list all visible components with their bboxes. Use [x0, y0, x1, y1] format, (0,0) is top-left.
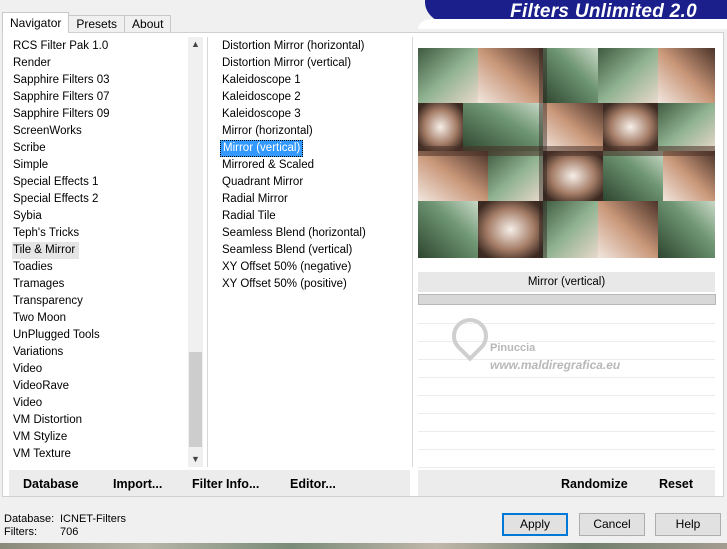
- filter-item[interactable]: Mirror (vertical): [220, 140, 304, 157]
- import-button[interactable]: Import...: [113, 470, 162, 496]
- category-item[interactable]: Video: [12, 395, 46, 412]
- filters-count: 706: [60, 526, 79, 538]
- category-item[interactable]: Tile & Mirror: [12, 242, 80, 259]
- parameter-row: [418, 396, 715, 414]
- filter-list[interactable]: Distortion Mirror (horizontal) Distortion…: [220, 38, 405, 293]
- category-item[interactable]: Simple: [12, 157, 52, 174]
- filter-item[interactable]: Kaleidoscope 3: [220, 106, 303, 123]
- category-item[interactable]: VideoRave: [12, 378, 73, 395]
- filter-item[interactable]: Kaleidoscope 1: [220, 72, 303, 89]
- parameter-row: [418, 432, 715, 450]
- watermark-url: www.maldiregrafica.eu: [490, 358, 621, 372]
- bottom-toolbar-right: Randomize Reset: [418, 470, 715, 496]
- filter-item[interactable]: Seamless Blend (vertical): [220, 242, 354, 259]
- category-item[interactable]: ScreenWorks: [12, 123, 86, 140]
- background-strip: [0, 543, 727, 549]
- category-item[interactable]: UnPlugged Tools: [12, 327, 104, 344]
- category-item[interactable]: VM Stylize: [12, 429, 71, 446]
- scroll-down-icon[interactable]: ▼: [188, 452, 203, 467]
- filter-item[interactable]: Kaleidoscope 2: [220, 89, 303, 106]
- cancel-button[interactable]: Cancel: [579, 513, 645, 536]
- category-item[interactable]: VM Texture: [12, 446, 75, 463]
- parameter-row: [418, 378, 715, 396]
- help-button[interactable]: Help: [655, 513, 721, 536]
- category-item[interactable]: Two Moon: [12, 310, 70, 327]
- tab-navigator[interactable]: Navigator: [2, 12, 70, 33]
- category-item[interactable]: Special Effects 2: [12, 191, 102, 208]
- filter-item[interactable]: Mirror (horizontal): [220, 123, 315, 140]
- category-scrollbar[interactable]: ▲ ▼: [188, 37, 203, 467]
- preview-divider: [412, 37, 413, 467]
- filter-item[interactable]: XY Offset 50% (negative): [220, 259, 353, 276]
- category-item[interactable]: Teph's Tricks: [12, 225, 83, 242]
- category-item[interactable]: VM Distortion: [12, 412, 86, 429]
- preview-progress-bar: [418, 294, 716, 305]
- reset-button[interactable]: Reset: [659, 470, 693, 496]
- category-item[interactable]: Render: [12, 55, 55, 72]
- database-label: Database:: [4, 513, 55, 525]
- editor-button[interactable]: Editor...: [290, 470, 336, 496]
- filter-item[interactable]: Distortion Mirror (vertical): [220, 55, 353, 72]
- tab-about[interactable]: About: [124, 15, 172, 33]
- watermark-logo-icon: [444, 310, 496, 362]
- database-button[interactable]: Database: [23, 470, 79, 496]
- filter-item[interactable]: Seamless Blend (horizontal): [220, 225, 368, 242]
- apply-button[interactable]: Apply: [502, 513, 568, 536]
- preview-image: [418, 48, 715, 258]
- randomize-button[interactable]: Randomize: [561, 470, 628, 496]
- filter-item[interactable]: Quadrant Mirror: [220, 174, 305, 191]
- category-list[interactable]: RCS Filter Pak 1.0 Render Sapphire Filters…: [12, 38, 187, 468]
- parameter-row: [418, 414, 715, 432]
- filter-item[interactable]: Distortion Mirror (horizontal): [220, 38, 367, 55]
- filters-label: Filters:: [4, 526, 37, 538]
- watermark: Pinuccia www.maldiregrafica.eu: [444, 310, 662, 378]
- scroll-up-icon[interactable]: ▲: [188, 37, 203, 52]
- banner-curve: [418, 19, 727, 29]
- bottom-toolbar-left: Database Import... Filter Info... Editor…: [9, 470, 410, 496]
- scroll-thumb[interactable]: [189, 352, 202, 447]
- status-info: Database: ICNET-Filters Filters: 706: [4, 513, 126, 539]
- tab-presets[interactable]: Presets: [68, 15, 126, 33]
- category-item[interactable]: Tramages: [12, 276, 68, 293]
- preview-filter-name: Mirror (vertical): [418, 272, 715, 292]
- filter-item[interactable]: Mirrored & Scaled: [220, 157, 316, 174]
- category-item[interactable]: Scribe: [12, 140, 50, 157]
- category-item[interactable]: Video: [12, 361, 46, 378]
- category-item[interactable]: Sapphire Filters 03: [12, 72, 114, 89]
- filter-item[interactable]: Radial Tile: [220, 208, 278, 225]
- parameter-row: [418, 450, 715, 468]
- list-divider: [207, 37, 208, 467]
- watermark-name: Pinuccia: [490, 342, 536, 354]
- category-item[interactable]: Sybia: [12, 208, 46, 225]
- preview-pattern: [418, 48, 715, 258]
- category-item[interactable]: RCS Filter Pak 1.0: [12, 38, 112, 55]
- filter-item[interactable]: Radial Mirror: [220, 191, 290, 208]
- database-value: ICNET-Filters: [60, 513, 126, 525]
- tab-bar: Navigator Presets About: [2, 11, 172, 33]
- category-item[interactable]: Sapphire Filters 09: [12, 106, 114, 123]
- category-item[interactable]: Special Effects 1: [12, 174, 102, 191]
- category-item[interactable]: Sapphire Filters 07: [12, 89, 114, 106]
- filter-item[interactable]: XY Offset 50% (positive): [220, 276, 349, 293]
- filter-info-button[interactable]: Filter Info...: [192, 470, 259, 496]
- category-item[interactable]: Variations: [12, 344, 67, 361]
- category-item[interactable]: Toadies: [12, 259, 57, 276]
- category-item[interactable]: Transparency: [12, 293, 87, 310]
